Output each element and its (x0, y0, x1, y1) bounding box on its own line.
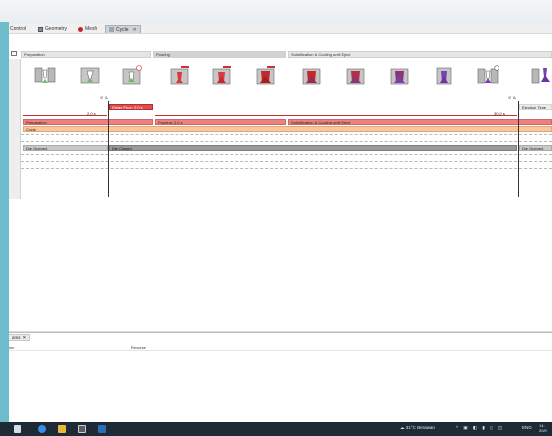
pour-end-icon[interactable] (255, 65, 277, 87)
pour-marker-icon: P (104, 96, 109, 99)
app-icon[interactable] (98, 425, 106, 433)
geometry-icon (38, 26, 43, 32)
windows-start-icon[interactable] (14, 425, 21, 433)
system-tray-icons[interactable]: ^ ▣ ◧ ▮ ▯ ◫ (456, 425, 504, 431)
row-separator (21, 134, 552, 135)
tab-label: Geometry (45, 26, 67, 32)
row-separator (21, 168, 552, 169)
cycle-canvas: Preparation Pouring Solidification & Coo… (9, 35, 552, 347)
row-separator (21, 154, 552, 155)
weather-text: 31°C Berawan (405, 425, 435, 430)
mold-open-icon[interactable] (34, 65, 56, 87)
die-closed-bar[interactable]: Die Closed (109, 145, 517, 151)
solidify-1-icon[interactable] (301, 65, 323, 87)
tab-label: Cycle (116, 26, 129, 33)
mesh-icon (78, 26, 83, 32)
mold-ready-icon[interactable] (121, 65, 143, 87)
pour-start-icon[interactable] (169, 65, 191, 87)
tab-label: Control (10, 26, 27, 32)
tab-geometry[interactable]: Geometry (35, 25, 70, 33)
tab-label: Mesh (85, 26, 98, 32)
pouring-bar[interactable]: Pouring: 2.0 s (155, 119, 286, 125)
close-icon[interactable]: ✕ (133, 27, 137, 33)
weather-widget[interactable]: ☁ 31°C Berawan (400, 425, 435, 431)
timeline-cooling-line (155, 115, 517, 116)
panel-column-header: ion Recurse (9, 344, 552, 351)
pour-mid-icon[interactable] (211, 65, 233, 87)
mold-closing-icon[interactable] (79, 65, 101, 87)
prep-duration-label: 2.0 s (87, 111, 96, 116)
bottom-panel: ams ✕ ion Recurse (9, 332, 552, 422)
delay-pour-bar[interactable]: Delay Pour: 2.0 s (109, 104, 153, 110)
stage-header-solidification: Solidification & Cooling until Eject (288, 51, 552, 58)
solidify-3-icon[interactable] (389, 65, 411, 87)
ejected-part-icon[interactable] (531, 65, 552, 87)
application-window: Control Geometry Mesh Cycle ✕ Preparatio… (9, 24, 552, 422)
row-separator (21, 141, 552, 142)
close-icon[interactable]: ✕ (23, 335, 27, 341)
solidification-bar[interactable]: Solidification & Cooling until Eject (288, 119, 552, 125)
desktop-background (0, 0, 552, 24)
pour-start-marker-line[interactable] (108, 101, 109, 197)
column-header-name[interactable]: ion (9, 345, 14, 350)
stage-header-preparation: Preparation (21, 51, 151, 58)
cycle-icon (109, 27, 114, 32)
desktop-edge (0, 22, 9, 422)
pour-marker-icon: P (512, 96, 517, 99)
cycle-bar[interactable]: Cycle (23, 126, 552, 132)
tab-cycle[interactable]: Cycle ✕ (105, 25, 141, 33)
panel-tab-label: ams (12, 335, 21, 340)
mold-open-eject-icon[interactable] (477, 65, 500, 87)
clock-date: 20/0 (539, 428, 547, 433)
row-gutter (9, 51, 21, 199)
solidify-2-icon[interactable] (345, 65, 367, 87)
language-indicator[interactable]: ENG (522, 425, 532, 430)
stage-header-pouring: Pouring (153, 51, 286, 58)
tab-mesh[interactable]: Mesh (75, 25, 100, 33)
app-icon[interactable] (78, 425, 86, 433)
die-opened-bar[interactable]: Die Opened (519, 145, 552, 151)
edge-browser-icon[interactable] (38, 425, 46, 433)
windows-taskbar: ☁ 31°C Berawan ^ ▣ ◧ ▮ ▯ ◫ ENG 14: 20/0 (0, 422, 552, 436)
tab-control[interactable]: Control (9, 25, 29, 33)
column-header-recurse[interactable]: Recurse (131, 345, 146, 350)
file-explorer-icon[interactable] (58, 425, 66, 433)
die-opened-bar[interactable]: Die Opened (23, 145, 108, 151)
cooling-duration-label: 30.0 s (494, 111, 505, 116)
panel-tab[interactable]: ams ✕ (9, 334, 31, 341)
row-separator (21, 161, 552, 162)
clock[interactable]: 14: 20/0 (539, 423, 547, 433)
ejection-time-bar[interactable]: Ejection Time (519, 104, 552, 110)
eject-marker-line[interactable] (518, 101, 519, 197)
menu-icon[interactable] (11, 51, 17, 56)
editor-tab-bar: Control Geometry Mesh Cycle ✕ (9, 24, 552, 34)
preparation-bar[interactable]: Preparation (23, 119, 153, 125)
cloud-icon: ☁ (400, 425, 405, 430)
solidify-4-icon[interactable] (433, 65, 455, 87)
